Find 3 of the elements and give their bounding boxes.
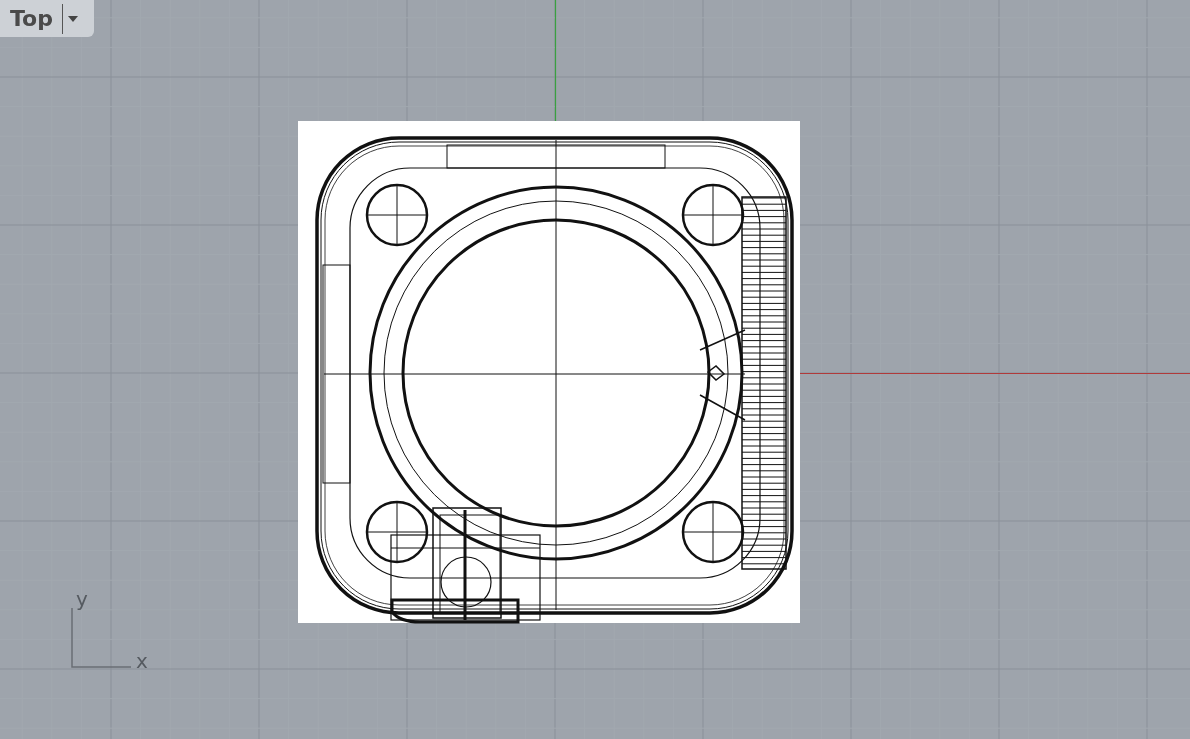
viewport-tab[interactable]: Top [0, 0, 94, 37]
viewport-title: Top [10, 6, 53, 31]
caret-icon[interactable] [67, 15, 78, 22]
